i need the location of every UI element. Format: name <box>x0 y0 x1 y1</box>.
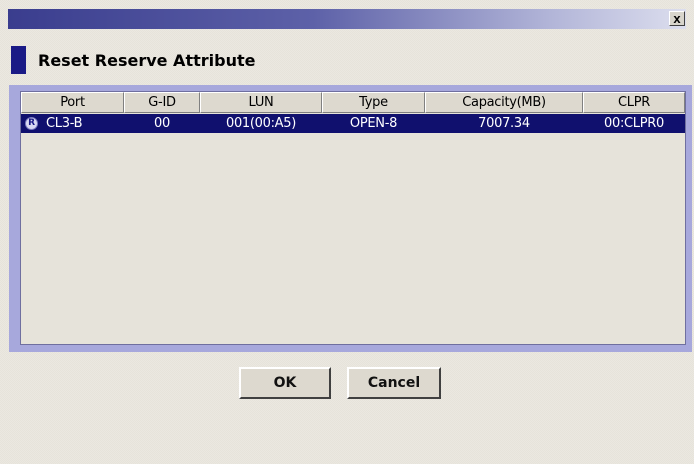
dialog-heading: Reset Reserve Attribute <box>38 51 256 70</box>
lun-table: Port G-ID LUN Type Capacity(MB) CLPR R C… <box>20 91 686 345</box>
title-bar[interactable]: x <box>8 9 686 29</box>
column-header-type[interactable]: Type <box>322 92 425 113</box>
table-frame: Port G-ID LUN Type Capacity(MB) CLPR R C… <box>9 85 692 352</box>
table-header: Port G-ID LUN Type Capacity(MB) CLPR <box>21 92 685 114</box>
port-value: CL3-B <box>46 116 83 131</box>
ok-button[interactable]: OK <box>239 367 331 399</box>
close-button[interactable]: x <box>669 11 685 26</box>
cell-lun: 001(00:A5) <box>225 116 297 131</box>
cell-gid: 00 <box>154 116 170 131</box>
dialog-window: x Reset Reserve Attribute Port G-ID LUN … <box>0 0 694 464</box>
cell-capacity: 7007.34 <box>478 116 530 131</box>
column-header-clpr[interactable]: CLPR <box>583 92 685 113</box>
column-header-capacity[interactable]: Capacity(MB) <box>425 92 583 113</box>
heading-marker <box>11 46 26 74</box>
column-header-port[interactable]: Port <box>21 92 124 113</box>
cell-type: OPEN-8 <box>349 116 398 131</box>
cell-port: R CL3-B <box>21 114 124 133</box>
column-header-gid[interactable]: G-ID <box>124 92 200 113</box>
reserve-icon: R <box>25 117 38 130</box>
column-header-lun[interactable]: LUN <box>200 92 322 113</box>
cell-clpr: 00:CLPR0 <box>604 116 664 131</box>
cancel-button[interactable]: Cancel <box>347 367 441 399</box>
table-row[interactable]: R CL3-B 00 001(00:A5) OPEN-8 7007.34 00:… <box>21 114 685 133</box>
